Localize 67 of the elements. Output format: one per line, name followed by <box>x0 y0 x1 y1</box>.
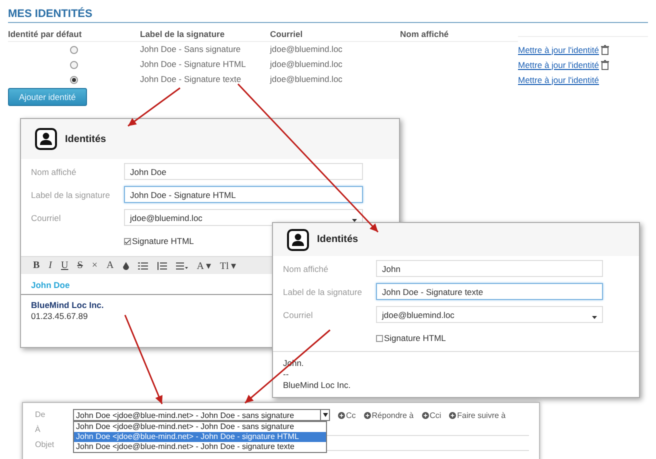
signature-label: John Doe - Sans signature <box>140 43 242 56</box>
default-radio[interactable] <box>70 60 78 68</box>
update-identity-link[interactable]: Mettre à jour l'identité <box>518 60 599 70</box>
format-button[interactable]: S <box>77 260 83 271</box>
numbered-list-icon[interactable] <box>156 262 167 270</box>
arrow <box>128 87 180 127</box>
default-radio[interactable] <box>70 46 78 54</box>
field-label: Label de la signature <box>31 190 111 200</box>
field-label: Nom affiché <box>31 166 78 176</box>
from-option[interactable]: John Doe <jdoe@blue-mind.net> - John Doe - signature HTML <box>74 432 326 442</box>
update-identity-link[interactable]: Mettre à jour l'identité <box>518 44 599 54</box>
field-label: Courriel <box>31 212 62 222</box>
color-drop-icon[interactable] <box>122 262 129 270</box>
plus-icon <box>338 412 345 418</box>
from-select[interactable]: John Doe <jdoe@blue-mind.net> - John Doe - sans signature <box>73 409 330 421</box>
plus-icon <box>449 412 456 418</box>
format-button[interactable]: U <box>61 260 68 271</box>
email-cell-text: jdoe@bluemind.loc <box>270 43 344 56</box>
trash-icon[interactable] <box>601 44 609 54</box>
format-button[interactable]: B <box>33 260 40 271</box>
format-button[interactable]: × <box>92 260 98 271</box>
format-dropdown[interactable]: A ▾ <box>196 260 211 272</box>
user-icon <box>287 228 309 250</box>
input-field[interactable]: John <box>376 260 603 277</box>
dialog-title: Identités <box>65 134 106 144</box>
column-header: Identité par défaut <box>8 23 140 42</box>
format-button[interactable]: A <box>106 260 114 271</box>
dropdown-icon <box>322 413 328 417</box>
field-label: Courriel <box>283 310 314 320</box>
signature-line: -- <box>283 369 289 380</box>
column-header: Label de la signature <box>140 23 270 42</box>
column-header: Courriel <box>270 23 400 42</box>
plus-icon <box>422 412 429 418</box>
update-identity-link[interactable]: Mettre à jour l'identité <box>518 74 599 84</box>
dialog-title: Identités <box>317 234 358 245</box>
add-field-button[interactable]: Cci <box>422 410 442 420</box>
default-radio[interactable] <box>70 76 78 84</box>
field-label: À <box>35 424 42 436</box>
field-label: De <box>35 409 46 421</box>
add-field-button[interactable]: Faire suivre à <box>449 410 506 420</box>
input-field[interactable]: John Doe <box>124 163 363 180</box>
signature-line: 01.23.45.67.89 <box>31 311 88 322</box>
email-select[interactable]: jdoe@bluemind.loc <box>376 306 603 323</box>
signature-label: John Doe - Signature HTML <box>140 58 247 71</box>
email-cell-text: jdoe@bluemind.loc <box>270 58 344 71</box>
add-field-button[interactable]: Cc <box>338 410 356 420</box>
format-button[interactable]: I <box>48 260 52 271</box>
user-icon <box>35 128 57 150</box>
field-label: Label de la signature <box>283 286 363 296</box>
signature-line: BlueMind Loc Inc. <box>31 300 104 311</box>
check-icon <box>125 238 130 244</box>
align-icon[interactable] <box>176 262 188 270</box>
add-field-button[interactable]: Répondre à <box>364 410 414 420</box>
section-title: MES IDENTITÉS <box>8 8 648 23</box>
field-label: Nom affiché <box>283 264 330 274</box>
field-label: Objet <box>35 439 56 451</box>
signature-html-checkbox[interactable]: Signature HTML <box>376 333 639 343</box>
bullet-list-icon[interactable] <box>138 262 148 270</box>
signature-line: BlueMind Loc Inc. <box>283 380 351 391</box>
column-header: Nom affiché <box>400 23 518 42</box>
trash-icon[interactable] <box>601 60 609 70</box>
format-dropdown[interactable]: Tl ▾ <box>220 260 236 272</box>
email-cell-text: jdoe@bluemind.loc <box>270 73 344 86</box>
signature-label: John Doe - Signature texte <box>140 73 242 86</box>
plus-icon <box>364 412 371 418</box>
input-field[interactable]: John Doe - Signature texte <box>376 283 603 300</box>
input-field[interactable]: John Doe - Signature HTML <box>124 186 363 203</box>
